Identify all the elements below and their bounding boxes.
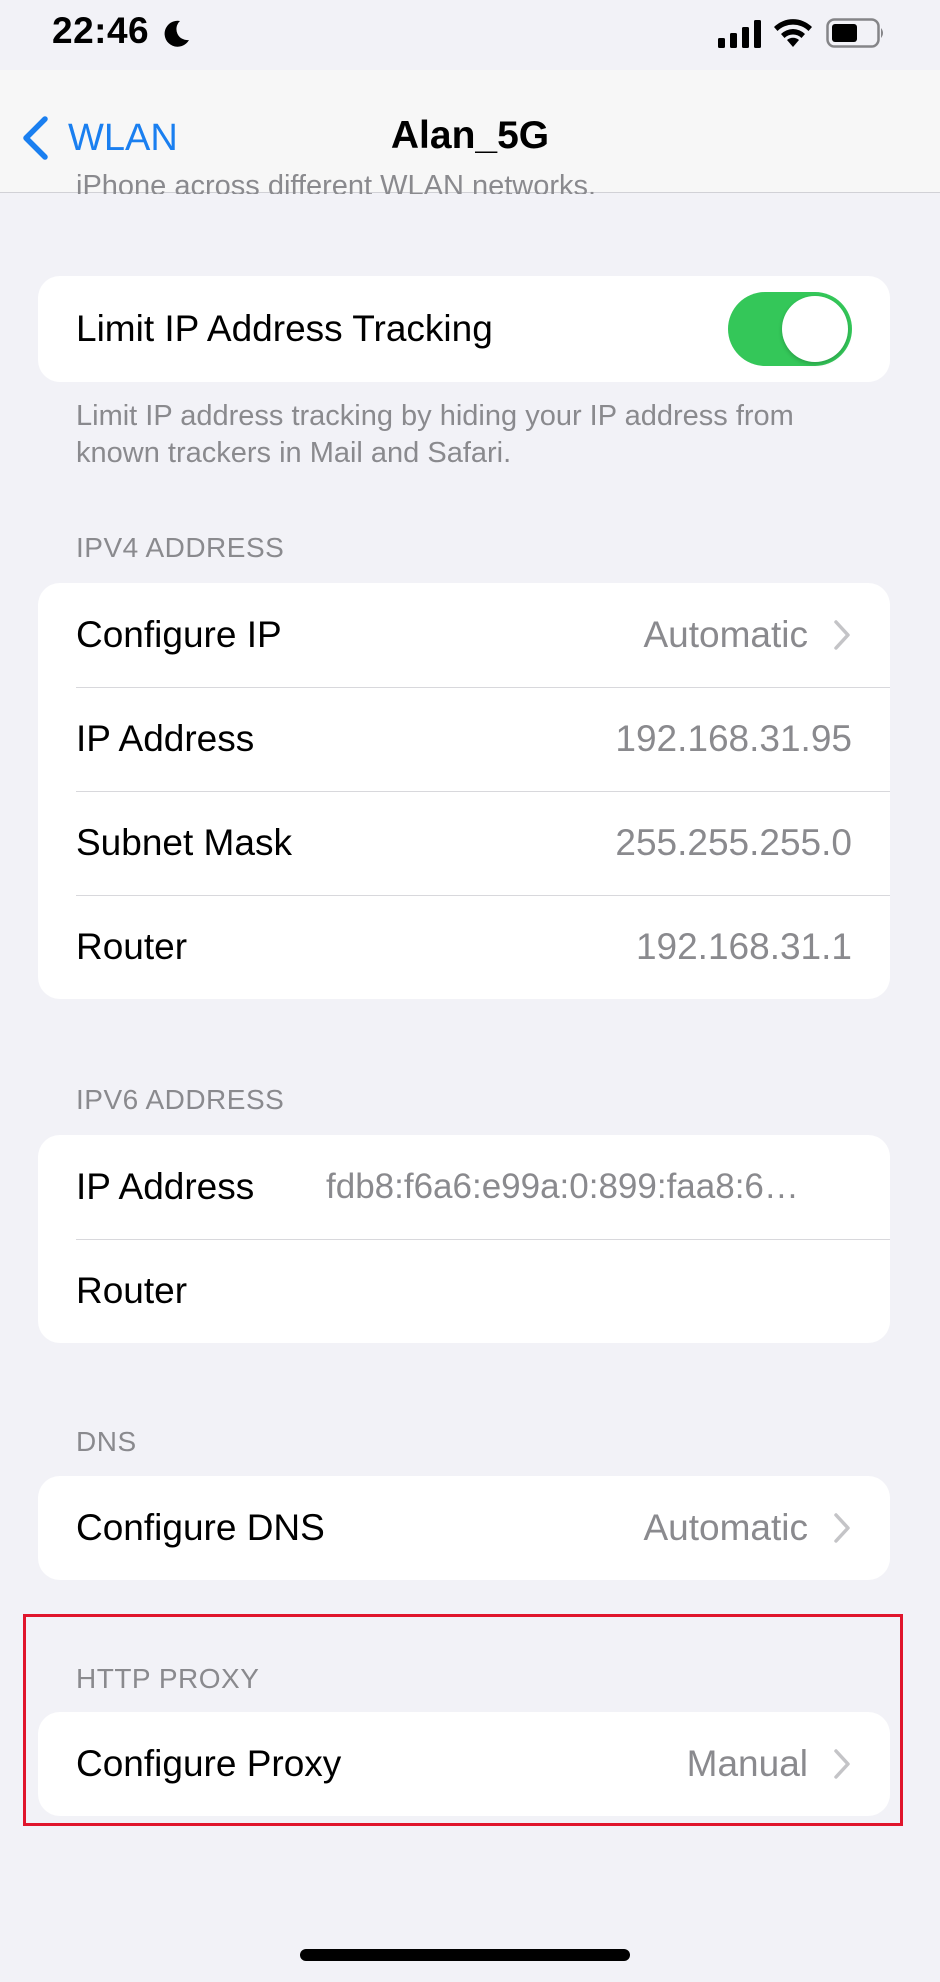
configure-ip-value: Automatic [643, 614, 808, 655]
limit-ip-tracking-footnote: Limit IP address tracking by hiding your… [76, 400, 794, 469]
ipv4-router-value: 192.168.31.1 [635, 926, 852, 967]
limit-ip-tracking-toggle[interactable] [728, 292, 852, 366]
ipv4-group: Configure IP Automatic IP Address 192.16… [38, 583, 890, 999]
ipv4-router-row: Router 192.168.31.1 [38, 895, 890, 999]
status-time: 22:46 [52, 10, 150, 51]
subnet-mask-value: 255.255.255.0 [615, 822, 852, 863]
toggle-knob [782, 296, 848, 362]
subnet-mask-label: Subnet Mask [76, 822, 292, 863]
wifi-icon [774, 19, 812, 47]
limit-ip-tracking-label: Limit IP Address Tracking [76, 308, 493, 349]
dns-group: Configure DNS Automatic [38, 1476, 890, 1580]
ipv6-ip-address-label: IP Address [76, 1166, 255, 1207]
ipv4-ip-address-value: 192.168.31.95 [615, 718, 852, 759]
configure-dns-label: Configure DNS [76, 1507, 325, 1548]
moon-icon [164, 20, 189, 47]
http-proxy-highlight-box [23, 1614, 903, 1826]
chevron-right-icon [834, 1513, 850, 1543]
ipv4-section-header: IPV4 ADDRESS [76, 532, 285, 563]
configure-dns-value: Automatic [643, 1507, 808, 1548]
ipv6-ip-address-value: fdb8:f6a6:e99a:0:899:faa8:6… [326, 1167, 799, 1206]
battery-icon [826, 18, 883, 48]
page-title: Alan_5G [390, 114, 550, 157]
ipv6-router-row: Router [38, 1239, 890, 1343]
limit-ip-tracking-row[interactable]: Limit IP Address Tracking [38, 276, 890, 382]
chevron-right-icon [834, 620, 850, 650]
configure-ip-label: Configure IP [76, 614, 282, 655]
ipv4-ip-address-label: IP Address [76, 718, 255, 759]
status-bar: 22:46 [0, 0, 940, 70]
ipv6-section-header: IPV6 ADDRESS [76, 1084, 285, 1115]
ipv4-ip-address-row: IP Address 192.168.31.95 [38, 687, 890, 791]
ipv6-group: IP Address fdb8:f6a6:e99a:0:899:faa8:6… … [38, 1135, 890, 1343]
home-indicator[interactable] [300, 1949, 630, 1961]
ipv6-router-label: Router [76, 1270, 188, 1311]
dns-section-header: DNS [76, 1426, 137, 1457]
configure-dns-row[interactable]: Configure DNS Automatic [38, 1476, 890, 1580]
subnet-mask-row: Subnet Mask 255.255.255.0 [38, 791, 890, 895]
ipv4-router-label: Router [76, 926, 188, 967]
configure-ip-row[interactable]: Configure IP Automatic [38, 583, 890, 687]
ipv6-ip-address-row: IP Address fdb8:f6a6:e99a:0:899:faa8:6… [38, 1135, 890, 1239]
limit-ip-tracking-group: Limit IP Address Tracking [38, 276, 890, 382]
private-address-footnote: iPhone across different WLAN networks. [76, 170, 597, 194]
cellular-signal-icon [718, 20, 761, 48]
